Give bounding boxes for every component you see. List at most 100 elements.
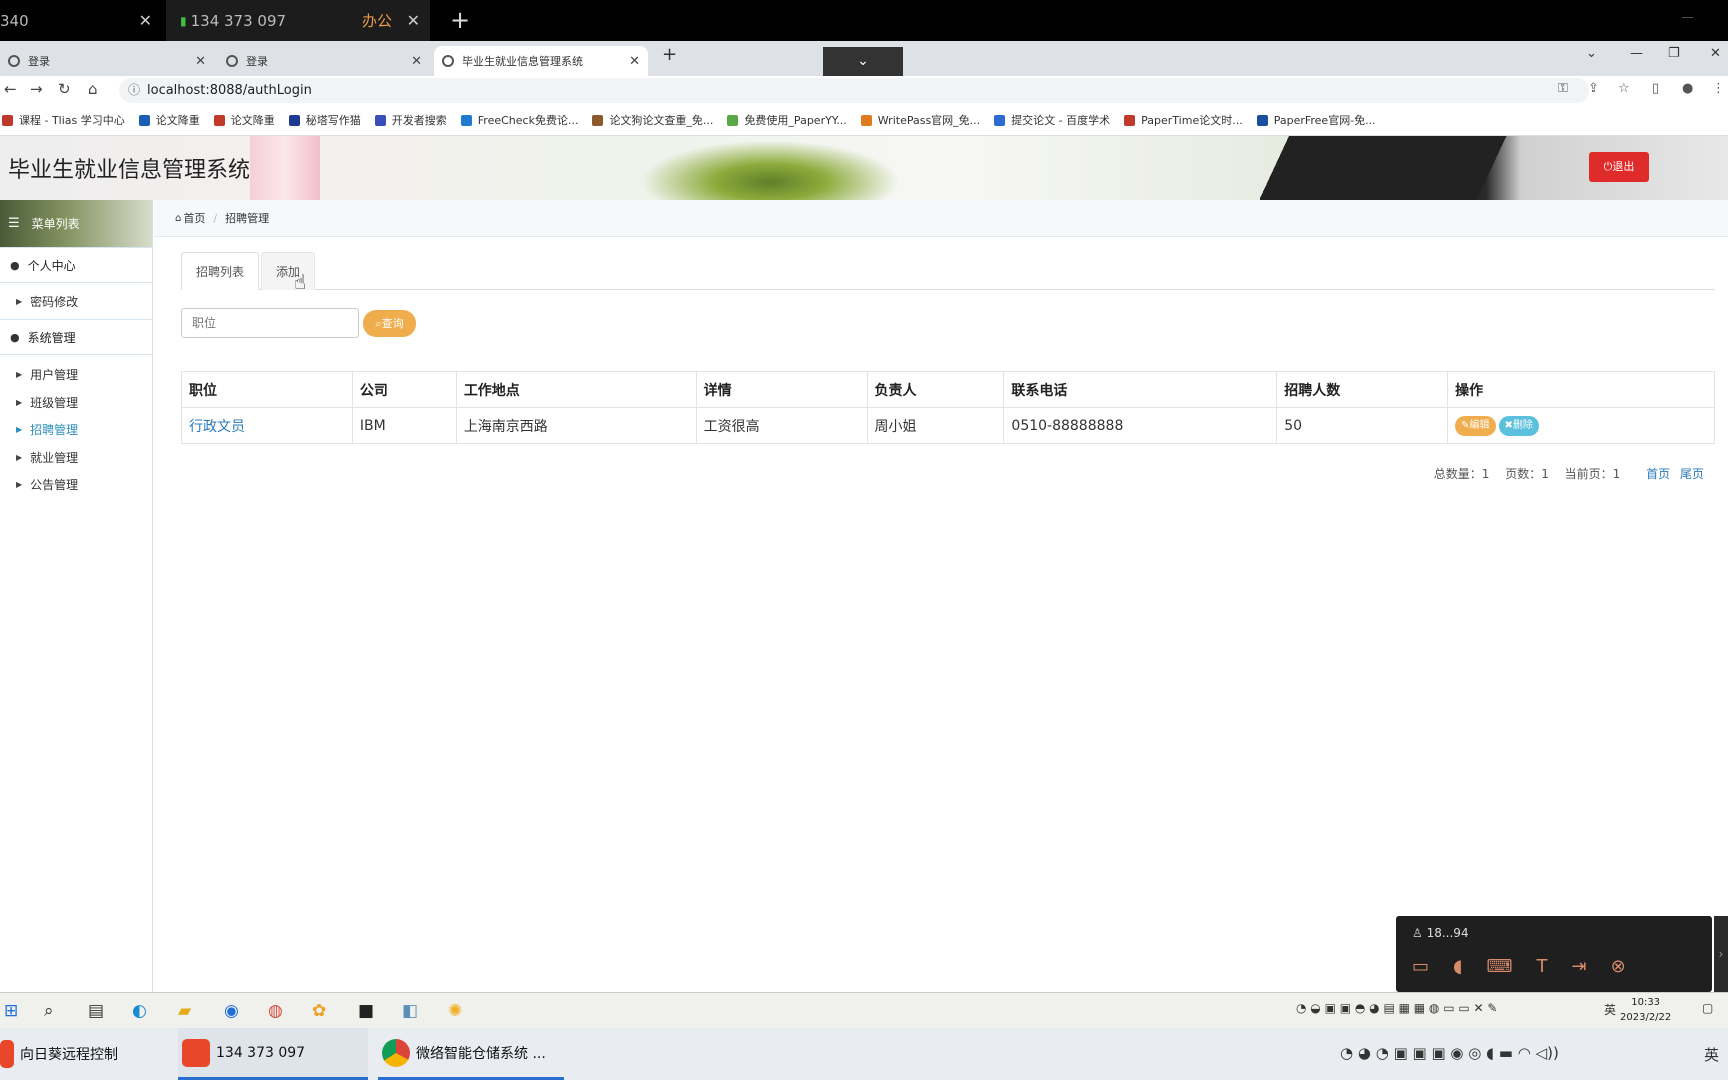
microphone-icon[interactable]: ◖ xyxy=(1453,956,1462,977)
browser-tab-label: 毕业生就业信息管理系统 xyxy=(462,55,583,68)
bookmark-item[interactable]: 论文降重 xyxy=(213,112,275,128)
tab-add[interactable]: 添加 xyxy=(261,252,316,290)
minimize-icon[interactable]: — xyxy=(1630,46,1643,61)
minimize-icon[interactable]: — xyxy=(1681,10,1694,25)
column-header: 公司 xyxy=(351,371,457,408)
pagination: 总数量：1 页数：1 当前页：1 首页 尾页 xyxy=(1422,465,1704,482)
star-icon[interactable]: ☆ xyxy=(1618,81,1630,96)
notification-icon[interactable]: ▢ xyxy=(1702,1001,1713,1015)
last-page-link[interactable]: 尾页 xyxy=(1680,467,1704,481)
new-remote-tab-button[interactable]: + xyxy=(450,6,470,34)
sidebar-item-recruitment[interactable]: ▶ 招聘管理 xyxy=(0,416,152,444)
windows-start-icon[interactable]: ⊞ xyxy=(4,1001,18,1021)
bookmark-item[interactable]: PaperFree官网-免... xyxy=(1256,112,1376,128)
chat-icon[interactable]: ▭ xyxy=(1412,956,1429,977)
disconnect-icon[interactable]: ⊗ xyxy=(1611,956,1626,977)
tray-icons[interactable]: ◔ ◒ ▣ ▣ ◓ ◕ ▤ ▦ ▦ ◍ ▭ ▭ ✕ ✎ xyxy=(1296,1001,1497,1015)
sidebar-item-classes[interactable]: ▶ 班级管理 xyxy=(0,389,152,417)
bookmark-item[interactable]: 论文降重 xyxy=(138,112,200,128)
sidebar-item-users[interactable]: ▶ 用户管理 xyxy=(0,361,152,389)
task-view-icon[interactable]: ▤ xyxy=(88,1001,104,1021)
host-ime-indicator[interactable]: 英 xyxy=(1704,1044,1719,1065)
bookmark-item[interactable]: 免费使用_PaperYY... xyxy=(727,112,847,128)
restore-icon[interactable]: ❐ xyxy=(1668,46,1680,61)
tab-search-icon[interactable]: ⌄ xyxy=(1586,46,1597,61)
close-tab-icon[interactable]: ✕ xyxy=(195,54,206,69)
task-sunlogin[interactable]: 向日葵远程控制 xyxy=(0,1028,170,1080)
close-tab-icon[interactable]: ✕ xyxy=(411,54,422,69)
forward-icon[interactable]: → xyxy=(30,80,43,98)
job-title-link[interactable]: 行政文员 xyxy=(181,407,353,444)
remote-tab-label: 340 xyxy=(0,11,29,30)
bookmark-item[interactable]: 开发者搜索 xyxy=(374,112,447,128)
sunflower-icon[interactable]: ✺ xyxy=(448,1001,462,1021)
file-explorer-icon[interactable]: ▰ xyxy=(178,1001,191,1021)
sidebar-item-employment[interactable]: ▶ 就业管理 xyxy=(0,444,152,472)
keyboard-icon[interactable]: ⌨ xyxy=(1487,956,1513,977)
address-bar[interactable]: ⓘ localhost:8088/authLogin xyxy=(119,78,1589,103)
bookmark-item[interactable]: FreeCheck免费论... xyxy=(460,112,578,128)
header-decoration xyxy=(1260,136,1520,200)
profile-icon[interactable]: ● xyxy=(1682,81,1693,96)
browser-tab-active[interactable]: 毕业生就业信息管理系统 ✕ xyxy=(434,46,648,76)
bookmark-favicon-icon xyxy=(374,114,386,126)
bookmark-item[interactable]: 秘塔写作猫 xyxy=(288,112,361,128)
notepad-icon[interactable]: ◧ xyxy=(402,1001,418,1021)
edit-button[interactable]: ✎编辑 xyxy=(1455,415,1496,436)
close-icon[interactable]: ✕ xyxy=(407,11,420,30)
task-chrome[interactable]: 微络智能仓储系统 ... xyxy=(378,1028,564,1080)
breadcrumb-home[interactable]: 首页 xyxy=(183,210,205,226)
text-icon[interactable]: T xyxy=(1536,956,1547,977)
file-transfer-icon[interactable]: ⇥ xyxy=(1571,956,1586,977)
task-remote-session[interactable]: 134 373 097 xyxy=(178,1028,368,1080)
remote-tab[interactable]: 340 ✕ xyxy=(0,0,162,41)
remote-app-icon[interactable]: ◉ xyxy=(224,1001,239,1021)
sidebar-icon[interactable]: ▯ xyxy=(1652,81,1659,96)
bookmark-item[interactable]: PaperTime论文时... xyxy=(1124,112,1243,128)
close-window-icon[interactable]: ✕ xyxy=(1710,46,1721,61)
bookmark-label: WritePass官网_免... xyxy=(877,114,981,127)
close-tab-icon[interactable]: ✕ xyxy=(629,54,640,69)
sidebar-group-system[interactable]: ● 系统管理 xyxy=(0,319,152,355)
browser-tab[interactable]: 登录 ✕ xyxy=(218,46,430,76)
app-icon[interactable]: ✿ xyxy=(312,1001,326,1021)
sidebar-item-notices[interactable]: ▶ 公告管理 xyxy=(0,471,152,499)
first-page-link[interactable]: 首页 xyxy=(1646,467,1670,481)
caret-right-icon: ▶ xyxy=(16,452,23,462)
search-button-label: 查询 xyxy=(381,317,404,330)
sidebar-item-label: 班级管理 xyxy=(30,395,79,410)
remote-tab-active[interactable]: ▮ 134 373 097 办公 ✕ xyxy=(166,0,430,41)
menu-icon[interactable]: ⋮ xyxy=(1712,81,1725,96)
new-tab-button[interactable]: + xyxy=(662,44,677,65)
search-icon[interactable]: ⌕ xyxy=(44,1001,54,1021)
delete-button[interactable]: ✖删除 xyxy=(1498,415,1539,436)
bookmark-item[interactable]: WritePass官网_免... xyxy=(860,112,981,128)
chrome-icon[interactable]: ◍ xyxy=(268,1001,283,1021)
sidebar-group-personal[interactable]: ● 个人中心 xyxy=(0,247,152,283)
share-icon[interactable]: ⇪ xyxy=(1588,81,1599,96)
logout-button[interactable]: ⏻退出 xyxy=(1589,152,1649,182)
sidebar-item-password[interactable]: ▶ 密码修改 xyxy=(0,283,152,319)
globe-icon xyxy=(8,55,20,67)
bookmark-item[interactable]: 论文狗论文查重_免... xyxy=(592,112,713,128)
ime-indicator[interactable]: 英 xyxy=(1604,1001,1616,1018)
tab-recruitment-list[interactable]: 招聘列表 xyxy=(181,252,260,290)
close-icon[interactable]: ✕ xyxy=(139,11,152,30)
host-tray-icons[interactable]: ◔ ◕ ◔ ▣ ▣ ▣ ◉ ◎ ◖ ▬ ◠ ◁)) xyxy=(1340,1044,1559,1062)
back-icon[interactable]: ← xyxy=(4,80,17,98)
job-search-input[interactable] xyxy=(181,308,359,338)
browser-tab[interactable]: 登录 ✕ xyxy=(0,46,214,76)
edge-icon[interactable]: ◐ xyxy=(132,1001,147,1021)
bookmark-item[interactable]: 课程 - Tlias 学习中心 xyxy=(2,112,125,128)
bookmark-item[interactable]: 提交论文 - 百度学术 xyxy=(994,112,1110,128)
info-icon[interactable]: ⓘ xyxy=(128,78,140,103)
app-title: 毕业生就业信息管理系统 xyxy=(8,158,251,183)
clock[interactable]: 10:33 2023/2/22 xyxy=(1620,995,1671,1025)
tab-dropdown-button[interactable]: ⌄ xyxy=(823,47,903,77)
remote-panel-collapse-button[interactable]: › xyxy=(1714,916,1728,992)
intellij-icon[interactable]: ■ xyxy=(358,1001,374,1021)
key-icon[interactable]: ⚿ xyxy=(1558,81,1568,96)
reload-icon[interactable]: ↻ xyxy=(58,80,71,98)
search-button[interactable]: ⌕查询 xyxy=(363,310,416,337)
home-icon[interactable]: ⌂ xyxy=(88,80,98,98)
